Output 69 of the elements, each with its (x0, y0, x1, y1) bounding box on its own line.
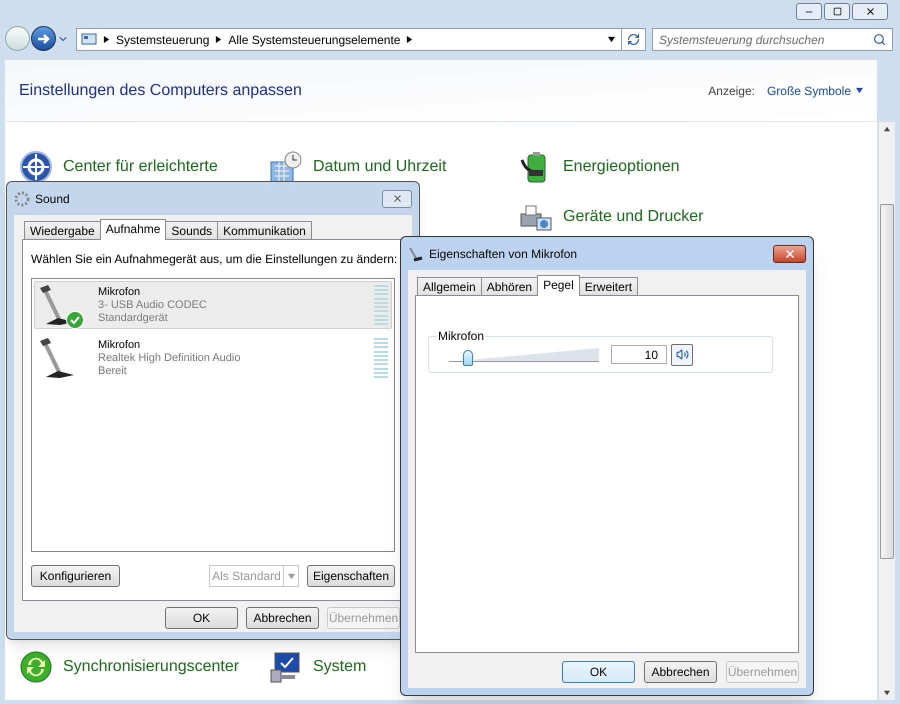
dialog-button[interactable]: Eigenschaften (307, 565, 395, 587)
dialog-button[interactable]: Konfigurieren (31, 565, 120, 587)
microphone-icon (408, 246, 424, 262)
search-field[interactable]: Systemsteuerung durchsuchen (652, 28, 893, 51)
breadcrumb[interactable]: Systemsteuerung (116, 30, 210, 48)
dialog-button[interactable]: OK (165, 607, 238, 629)
view-dropdown[interactable]: Große Symbole (766, 82, 863, 100)
close-icon (864, 6, 876, 17)
close-button[interactable] (852, 3, 888, 20)
dialog-tab[interactable]: Allgemein (417, 277, 482, 295)
level-meter (374, 285, 388, 325)
breadcrumb-arrow-icon[interactable] (406, 36, 414, 43)
arrow-icon (36, 32, 50, 44)
dialog-title: Eigenschaften von Mikrofon (429, 246, 578, 262)
speaker-icon (676, 348, 688, 361)
dialog-tab[interactable]: Aufnahme (100, 219, 166, 240)
refresh-icon (627, 33, 640, 46)
sync-icon (19, 650, 53, 684)
control-panel-link[interactable]: Energieoptionen (563, 155, 680, 179)
dialog-tab[interactable]: Sounds (165, 221, 218, 239)
maximize-button[interactable] (824, 3, 850, 20)
device-name: Mikrofon (98, 338, 142, 352)
maximize-icon (832, 7, 842, 16)
control-panel-link[interactable]: System (313, 655, 366, 679)
search-icon (873, 33, 886, 46)
dialog-tab[interactable]: Erweitert (578, 277, 638, 295)
dialog-button[interactable]: Abbrechen (644, 661, 717, 683)
breadcrumb-arrow-icon[interactable] (103, 36, 110, 43)
page-heading: Einstellungen des Computers anpassen (19, 80, 302, 100)
control-panel-link[interactable]: Synchronisierungscenter (63, 655, 240, 679)
group-label: Mikrofon (437, 328, 486, 345)
device-driver: 3- USB Audio CODEC (98, 298, 207, 312)
device-name: Mikrofon (98, 286, 142, 298)
dialog-title: Sound (35, 190, 70, 208)
dialog-button[interactable]: Abbrechen (246, 607, 319, 629)
dialog-tab[interactable]: Abhören (480, 277, 538, 295)
control-panel-link[interactable]: Center für erleichterte (63, 155, 218, 179)
control-panel-link[interactable]: Datum und Uhrzeit (313, 155, 446, 179)
dialog-tab[interactable]: Wiedergabe (24, 221, 101, 239)
close-icon (784, 248, 796, 260)
close-button[interactable] (773, 244, 806, 262)
close-icon (392, 193, 402, 204)
device-status: Standardgerät (98, 312, 169, 324)
device-status: Bereit (98, 364, 128, 378)
caret-icon[interactable] (856, 87, 863, 94)
control-panel-icon (81, 32, 97, 46)
slider-thumb[interactable] (463, 350, 473, 366)
instruction-text: Wählen Sie ein Aufnahmegerät aus, um die Einstellungen zu ändern: (31, 251, 395, 268)
control-panel-link[interactable]: Geräte und Drucker (563, 205, 704, 229)
device-driver: Realtek High Definition Audio (98, 352, 240, 364)
view-label: Anzeige: (708, 82, 755, 100)
dialog-button[interactable]: OK (562, 661, 635, 683)
scrollbar[interactable] (878, 122, 895, 700)
level-input[interactable]: 10 (611, 345, 667, 364)
speaker-gear-icon (14, 190, 30, 206)
scroll-down-icon[interactable] (884, 690, 890, 696)
level-meter (374, 338, 388, 378)
forward-button[interactable] (31, 26, 56, 51)
dialog-tab[interactable]: Kommunikation (217, 221, 312, 239)
breadcrumb-arrow-icon[interactable] (215, 36, 222, 43)
calendar-clock-icon (269, 150, 303, 184)
device-row[interactable]: Mikrofon Realtek High Definition Audio Bereit (34, 334, 392, 382)
address-bar[interactable]: Systemsteuerung Alle Systemsteuerungselemente (76, 28, 646, 51)
scroll-up-icon[interactable] (884, 126, 890, 132)
device-row[interactable]: Mikrofon 3- USB Audio CODEC Standardgerät (34, 281, 392, 329)
breadcrumb[interactable]: Alle Systemsteuerungselemente (228, 30, 400, 48)
mute-button[interactable] (671, 344, 693, 366)
address-dropdown-icon[interactable] (608, 36, 615, 43)
dialog-tab[interactable]: Pegel (537, 275, 580, 296)
